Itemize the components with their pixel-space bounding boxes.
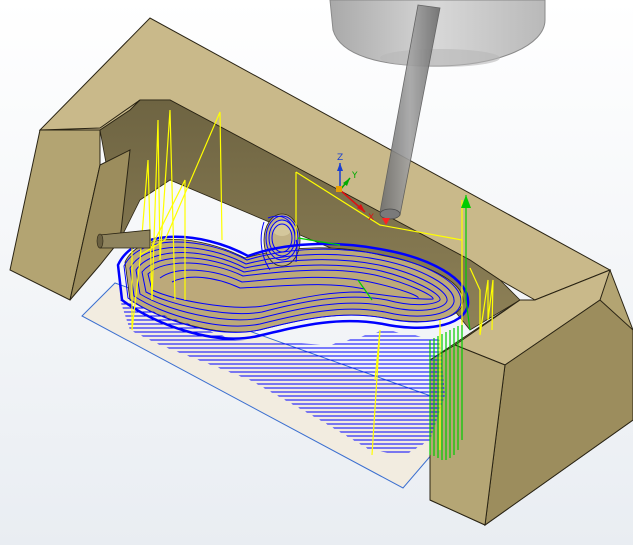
graphics-viewport[interactable]: X Y Z — [0, 0, 633, 545]
triad-z-label: Z — [337, 153, 343, 163]
triad-y-label: Y — [351, 171, 358, 181]
triad-x-label: X — [368, 213, 374, 223]
